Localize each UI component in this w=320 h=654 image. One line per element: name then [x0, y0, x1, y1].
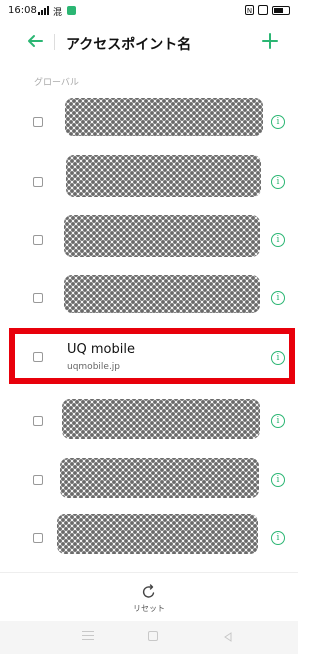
apn-checkbox[interactable]	[33, 293, 43, 303]
apn-list-item[interactable]: i	[0, 155, 298, 203]
reset-icon	[142, 584, 155, 598]
footer-divider	[0, 572, 298, 573]
sim-indicator: 混	[53, 8, 63, 18]
recent-apps-menu-icon[interactable]	[82, 631, 94, 643]
notification-app-icon	[67, 6, 76, 15]
apn-list-item[interactable]: i	[0, 97, 298, 145]
redacted-apn-info	[64, 275, 260, 313]
back-triangle-icon[interactable]	[222, 631, 234, 643]
redacted-apn-info	[60, 458, 259, 498]
nfc-icon: N	[245, 5, 254, 15]
apn-list-item[interactable]: i	[0, 213, 298, 261]
info-icon[interactable]: i	[271, 175, 285, 189]
reset-label: リセット	[133, 604, 165, 613]
add-apn-button[interactable]	[260, 31, 280, 51]
redacted-apn-info	[66, 155, 261, 197]
header-divider	[54, 34, 55, 50]
apn-checkbox[interactable]	[33, 533, 43, 543]
app-header: アクセスポイント名	[0, 24, 298, 60]
status-bar: 16:08 混 N	[0, 0, 298, 22]
back-arrow-icon[interactable]	[26, 32, 44, 50]
info-icon[interactable]: i	[271, 351, 285, 365]
apn-list-item[interactable]: i	[0, 396, 298, 444]
redacted-apn-info	[65, 98, 263, 136]
info-icon[interactable]: i	[271, 291, 285, 305]
system-navigation-bar	[0, 621, 298, 654]
section-label-global: グローバル	[34, 78, 79, 88]
apn-list-item[interactable]: i	[0, 454, 298, 502]
info-icon[interactable]: i	[271, 233, 285, 247]
info-icon[interactable]: i	[271, 414, 285, 428]
apn-checkbox[interactable]	[33, 235, 43, 245]
signal-icon	[38, 6, 50, 15]
apn-checkbox[interactable]	[33, 352, 43, 362]
vibrate-icon	[258, 5, 268, 15]
apn-value: uqmobile.jp	[67, 362, 121, 372]
apn-name: UQ mobile	[67, 342, 135, 357]
redacted-apn-info	[62, 399, 260, 439]
apn-checkbox[interactable]	[33, 177, 43, 187]
status-right-icons: N	[245, 5, 290, 15]
apn-settings-screen: 16:08 混 N アクセスポイント名 グローバル i i i i i UQ m…	[0, 0, 298, 654]
apn-checkbox[interactable]	[33, 475, 43, 485]
page-title: アクセスポイント名	[66, 37, 192, 53]
reset-button[interactable]: リセット	[129, 584, 169, 618]
status-time: 16:08	[8, 5, 37, 16]
apn-list-item[interactable]: i	[0, 512, 298, 560]
info-icon[interactable]: i	[271, 115, 285, 129]
redacted-apn-info	[57, 514, 258, 554]
apn-checkbox[interactable]	[33, 117, 43, 127]
info-icon[interactable]: i	[271, 473, 285, 487]
home-icon[interactable]	[148, 631, 158, 641]
apn-list-item-uq-mobile[interactable]: i	[0, 332, 298, 380]
apn-checkbox[interactable]	[33, 416, 43, 426]
battery-icon	[272, 5, 290, 15]
info-icon[interactable]: i	[271, 531, 285, 545]
apn-list-item[interactable]: i	[0, 271, 298, 319]
redacted-apn-info	[64, 215, 260, 257]
